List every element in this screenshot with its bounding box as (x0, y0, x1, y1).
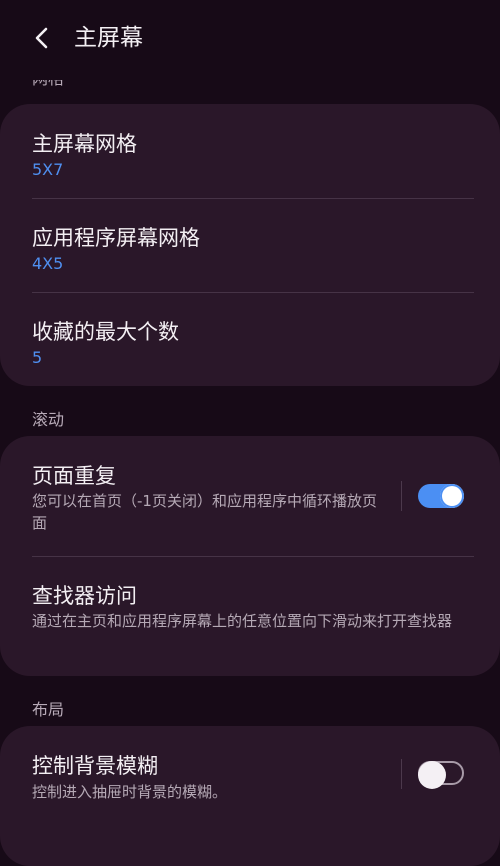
max-favorites-title: 收藏的最大个数 (32, 320, 179, 344)
background-blur-title: 控制背景模糊 (32, 754, 158, 778)
finder-access-title: 查找器访问 (32, 584, 137, 608)
app-header: 主屏幕 (0, 0, 500, 80)
back-button[interactable] (26, 22, 58, 54)
max-favorites-item[interactable]: 收藏的最大个数 5 (0, 292, 500, 386)
home-screen-grid-item[interactable]: 主屏幕网格 5X7 (0, 104, 500, 198)
apps-screen-grid-value: 4X5 (32, 254, 64, 273)
section-label-layout: 布局 (32, 700, 65, 719)
layout-settings-card: 控制背景模糊 控制进入抽屉时背景的模糊。 (0, 726, 500, 866)
page-title: 主屏幕 (74, 25, 143, 51)
background-blur-description: 控制进入抽屉时背景的模糊。 (32, 783, 228, 801)
page-loop-item[interactable]: 页面重复 您可以在首页（-1页关闭）和应用程序中循环播放页面 (0, 436, 500, 556)
grid-settings-card: 主屏幕网格 5X7 应用程序屏幕网格 4X5 收藏的最大个数 5 (0, 104, 500, 386)
section-label-grid: 网格 (32, 80, 64, 94)
home-screen-grid-title: 主屏幕网格 (32, 132, 137, 156)
toggle-knob (440, 484, 464, 508)
scroll-settings-card: 页面重复 您可以在首页（-1页关闭）和应用程序中循环播放页面 查找器访问 通过在… (0, 436, 500, 676)
page-loop-toggle[interactable] (418, 484, 464, 508)
section-label-scroll: 滚动 (32, 410, 65, 429)
max-favorites-value: 5 (32, 348, 43, 367)
finder-access-item[interactable]: 查找器访问 通过在主页和应用程序屏幕上的任意位置向下滑动来打开查找器 (0, 556, 500, 676)
home-screen-grid-value: 5X7 (32, 160, 64, 179)
apps-screen-grid-title: 应用程序屏幕网格 (32, 226, 200, 250)
background-blur-item[interactable]: 控制背景模糊 控制进入抽屉时背景的模糊。 (0, 726, 500, 819)
page-loop-title: 页面重复 (32, 464, 116, 488)
background-blur-toggle[interactable] (418, 761, 464, 789)
vertical-separator (401, 481, 402, 511)
vertical-separator (401, 759, 402, 789)
chevron-left-icon (35, 27, 48, 49)
finder-access-description: 通过在主页和应用程序屏幕上的任意位置向下滑动来打开查找器 (32, 612, 453, 630)
apps-screen-grid-item[interactable]: 应用程序屏幕网格 4X5 (0, 198, 500, 292)
page-loop-description: 您可以在首页（-1页关闭）和应用程序中循环播放页面 (32, 492, 377, 532)
toggle-knob (418, 761, 446, 789)
